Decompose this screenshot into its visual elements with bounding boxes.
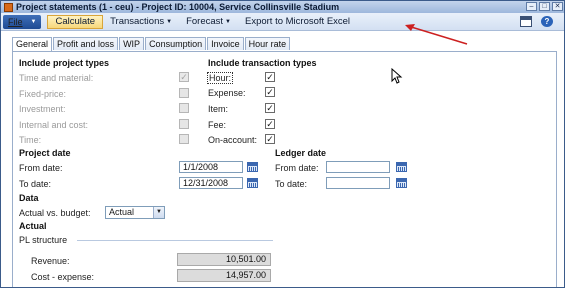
project-to-date-label: To date:: [19, 179, 52, 189]
revenue-value: 10,501.00: [177, 253, 271, 266]
calculate-label: Calculate: [55, 16, 96, 27]
transaction-type-checkbox[interactable]: ✓: [265, 119, 275, 129]
ledger-to-date-label: To date:: [275, 179, 308, 189]
project-type-label: Time:: [19, 135, 42, 145]
calendar-icon[interactable]: [396, 178, 407, 188]
app-icon: [4, 2, 13, 12]
transaction-type-label: Item:: [208, 104, 229, 114]
project-type-checkbox[interactable]: ✓: [179, 72, 189, 82]
tab-wip[interactable]: WIP: [119, 37, 145, 50]
project-type-label: Time and material:: [19, 73, 94, 83]
file-menu-label: File: [8, 16, 23, 27]
pl-structure-label: PL structure: [19, 235, 68, 245]
chevron-down-icon: ▼: [153, 207, 164, 218]
file-menu[interactable]: File ▼: [3, 14, 42, 29]
group-divider: [77, 240, 273, 241]
ledger-date-header: Ledger date: [275, 148, 327, 158]
project-date-header: Project date: [19, 148, 71, 158]
project-type-checkbox[interactable]: [179, 119, 189, 129]
menu-bar: File ▼ Calculate Transactions ▼ Forecast…: [1, 13, 564, 31]
cost-expense-label: Cost - expense:: [31, 272, 95, 282]
transaction-type-label: Fee:: [208, 120, 227, 130]
transaction-type-checkbox[interactable]: ✓: [265, 72, 275, 82]
window-icon[interactable]: [520, 16, 532, 27]
transaction-type-checkbox[interactable]: ✓: [265, 134, 275, 144]
export-to-excel-button[interactable]: Export to Microsoft Excel: [238, 15, 357, 29]
actual-header: Actual: [19, 221, 47, 231]
project-statements-window: Project statements (1 - ceu) - Project I…: [0, 0, 565, 288]
ledger-from-date-field[interactable]: [326, 161, 390, 173]
transaction-type-checkbox[interactable]: ✓: [265, 103, 275, 113]
transaction-type-label: On-account:: [208, 135, 258, 145]
window-controls: – □ ✕: [526, 2, 563, 11]
file-dropdown-icon: ▼: [30, 18, 37, 25]
project-to-date-field[interactable]: 12/31/2008: [179, 177, 243, 189]
transactions-menu[interactable]: Transactions ▼: [103, 15, 179, 29]
chevron-down-icon: ▼: [225, 18, 231, 25]
maximize-button[interactable]: □: [539, 2, 550, 11]
include-project-types-header: Include project types: [19, 58, 110, 68]
transaction-type-label: Hour:: [207, 72, 234, 84]
cost-expense-value: 14,957.00: [177, 269, 271, 282]
tab-invoice[interactable]: Invoice: [207, 37, 244, 50]
include-transaction-types-header: Include transaction types: [208, 58, 317, 68]
calendar-icon[interactable]: [247, 162, 258, 172]
ledger-from-date-label: From date:: [275, 163, 319, 173]
export-label: Export to Microsoft Excel: [244, 16, 351, 27]
tab-strip: General Profit and loss WIP Consumption …: [12, 37, 291, 51]
title-bar: Project statements (1 - ceu) - Project I…: [1, 1, 564, 13]
project-from-date-field[interactable]: 1/1/2008: [179, 161, 243, 173]
transactions-label: Transactions: [110, 16, 165, 27]
calendar-icon[interactable]: [247, 178, 258, 188]
ledger-to-date-field[interactable]: [326, 177, 390, 189]
calculate-button[interactable]: Calculate: [47, 14, 104, 29]
transaction-type-label: Expense:: [208, 88, 246, 98]
actual-vs-budget-value: Actual: [109, 207, 135, 217]
help-icon[interactable]: ?: [541, 16, 553, 27]
data-header: Data: [19, 193, 39, 203]
calendar-icon[interactable]: [396, 162, 407, 172]
transaction-type-checkbox[interactable]: ✓: [265, 87, 275, 97]
minimize-button[interactable]: –: [526, 2, 537, 11]
project-type-label: Internal and cost:: [19, 120, 89, 130]
project-from-date-label: From date:: [19, 163, 63, 173]
forecast-menu[interactable]: Forecast ▼: [179, 15, 238, 29]
revenue-label: Revenue:: [31, 256, 70, 266]
project-type-checkbox[interactable]: [179, 103, 189, 113]
project-type-checkbox[interactable]: [179, 88, 189, 98]
tab-general[interactable]: General: [12, 37, 53, 51]
tab-hour-rate[interactable]: Hour rate: [244, 37, 291, 50]
project-type-label: Fixed-price:: [19, 89, 67, 99]
forecast-label: Forecast: [186, 16, 224, 27]
project-type-label: Investment:: [19, 104, 66, 114]
actual-vs-budget-label: Actual vs. budget:: [19, 208, 91, 218]
window-title: Project statements (1 - ceu) - Project I…: [16, 2, 340, 12]
project-type-checkbox[interactable]: [179, 134, 189, 144]
close-button[interactable]: ✕: [552, 2, 563, 11]
actual-vs-budget-select[interactable]: Actual ▼: [105, 206, 165, 219]
chevron-down-icon: ▼: [166, 18, 173, 25]
tab-consumption[interactable]: Consumption: [145, 37, 207, 50]
tab-profit-and-loss[interactable]: Profit and loss: [53, 37, 119, 50]
